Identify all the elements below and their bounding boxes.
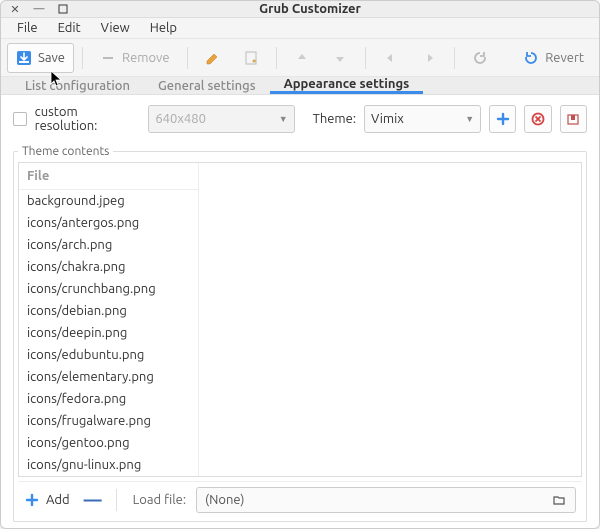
menu-file[interactable]: File [7,18,48,38]
file-item[interactable]: icons/crunchbang.png [19,278,198,300]
tab-bar: List configuration General settings Appe… [1,77,599,95]
move-down-button[interactable] [323,43,357,73]
delete-icon [530,111,546,127]
remove-button[interactable]: Remove [91,43,179,73]
remove-label: Remove [122,51,170,65]
theme-label: Theme: [313,112,356,126]
file-item[interactable]: icons/edubuntu.png [19,344,198,366]
theme-selected: Vimix [371,112,459,126]
resolution-combo[interactable]: 640x480 ▼ [148,105,294,133]
minus-icon [100,50,116,66]
menu-edit[interactable]: Edit [48,18,91,38]
theme-remove-button[interactable] [524,105,551,133]
plus-icon [495,111,511,127]
folder-open-icon [551,492,567,508]
toolbar: Save Remove [1,39,599,77]
menubar: File Edit View Help [1,18,599,39]
menu-view[interactable]: View [91,18,140,38]
file-list-panel: File background.jpegicons/antergos.pngic… [18,162,582,477]
remove-file-button[interactable]: — [80,490,106,510]
app-window: ✕ — Grub Customizer File Edit View Help … [0,0,600,529]
resolution-value: 640x480 [155,112,272,126]
file-item[interactable]: icons/gnu-linux.png [19,454,198,476]
theme-contents-toolbar: Add — Load file: (None) [18,481,582,517]
save-icon [16,50,32,66]
plus-icon [24,492,40,508]
save-button[interactable]: Save [7,43,74,73]
chevron-down-icon: ▼ [279,114,288,124]
revert-icon [523,50,539,66]
menu-help[interactable]: Help [140,18,187,38]
file-item[interactable]: icons/deepin.png [19,322,198,344]
file-item[interactable]: icons/antergos.png [19,212,198,234]
reload-button[interactable] [463,43,497,73]
file-item[interactable]: icons/fedora.png [19,388,198,410]
revert-label: Revert [545,51,584,65]
theme-add-button[interactable] [489,105,516,133]
add-file-label: Add [46,493,70,507]
theme-contents-legend: Theme contents [18,145,113,158]
footer: advanced settings [13,522,587,529]
tab-general-settings[interactable]: General settings [144,77,270,94]
revert-button[interactable]: Revert [514,43,593,73]
file-list-header: File [19,163,198,190]
top-controls-row: custom resolution: 640x480 ▼ Theme: Vimi… [13,105,587,133]
minimize-button[interactable]: — [31,1,47,17]
file-item[interactable]: icons/frugalware.png [19,410,198,432]
custom-resolution-checkbox[interactable] [13,112,27,126]
file-item[interactable]: icons/chakra.png [19,256,198,278]
archive-icon [565,111,581,127]
file-item[interactable]: background.jpeg [19,190,198,212]
theme-combo[interactable]: Vimix ▼ [364,105,481,133]
pencil-icon [205,50,221,66]
move-up-button[interactable] [285,43,319,73]
new-entry-button[interactable] [234,43,268,73]
tab-list-configuration[interactable]: List configuration [11,77,144,94]
titlebar: ✕ — Grub Customizer [1,1,599,18]
close-button[interactable]: ✕ [7,1,23,17]
theme-contents-fieldset: Theme contents File background.jpegicons… [13,145,587,522]
move-left-button[interactable] [374,43,408,73]
new-icon [243,50,259,66]
save-label: Save [38,51,65,65]
file-item[interactable]: icons/elementary.png [19,366,198,388]
arrow-up-icon [294,50,310,66]
reload-icon [472,50,488,66]
arrow-right-icon [421,50,437,66]
load-file-value: (None) [205,493,244,507]
load-file-label: Load file: [133,493,186,507]
window-title: Grub Customizer [79,2,541,16]
tab-content: custom resolution: 640x480 ▼ Theme: Vimi… [1,95,599,529]
file-item[interactable]: icons/debian.png [19,300,198,322]
maximize-button[interactable] [55,1,71,17]
load-file-chooser[interactable]: (None) [196,487,576,513]
arrow-down-icon [332,50,348,66]
chevron-down-icon: ▼ [465,114,474,124]
arrow-left-icon [383,50,399,66]
theme-archive-button[interactable] [560,105,587,133]
add-file-button[interactable]: Add [24,492,70,508]
file-preview [199,163,581,476]
file-item[interactable]: icons/gentoo.png [19,432,198,454]
file-item[interactable]: icons/arch.png [19,234,198,256]
file-list[interactable]: File background.jpegicons/antergos.pngic… [19,163,199,476]
edit-entry-button[interactable] [196,43,230,73]
move-right-button[interactable] [412,43,446,73]
custom-resolution-label: custom resolution: [35,105,141,133]
tab-appearance-settings[interactable]: Appearance settings [270,77,424,94]
